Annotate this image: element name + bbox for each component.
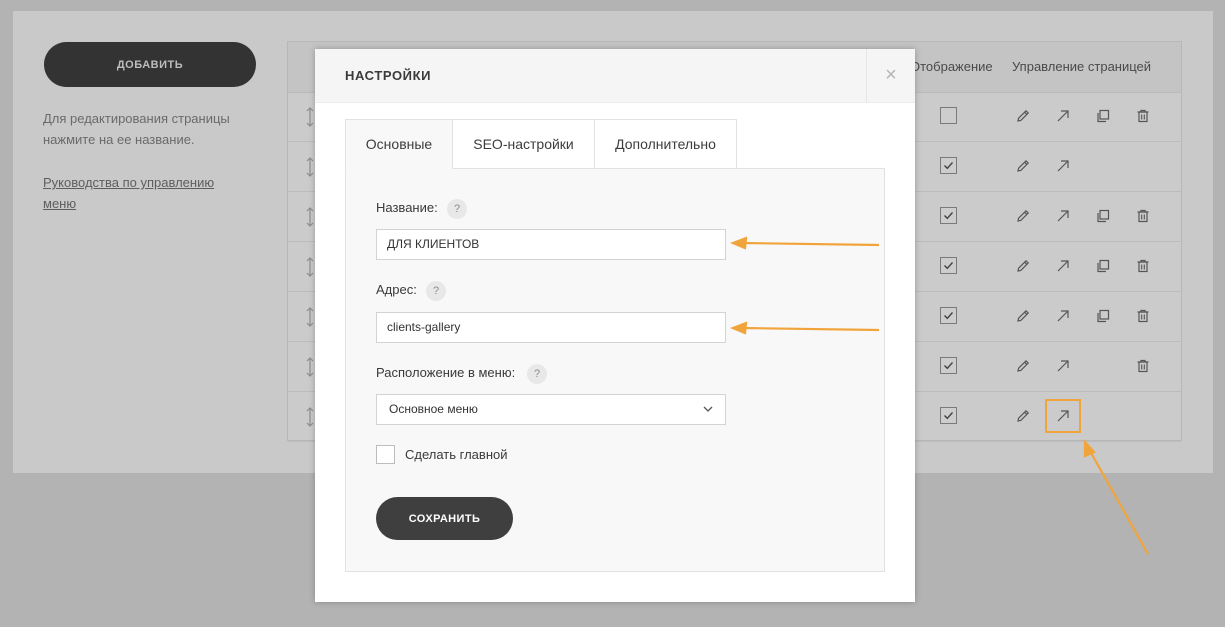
make-main-checkbox[interactable] (376, 445, 395, 464)
settings-modal: НАСТРОЙКИ × Основные SEO-настройки Допол… (315, 49, 915, 602)
pencil-icon[interactable] (1015, 408, 1031, 424)
tab-seo[interactable]: SEO-настройки (452, 119, 595, 169)
modal-title: НАСТРОЙКИ (345, 68, 432, 83)
menu-location-help-icon[interactable]: ? (527, 364, 547, 384)
address-help-icon[interactable]: ? (426, 281, 446, 301)
column-display: Отображение (910, 59, 993, 74)
arrow-up-right-icon[interactable] (1055, 158, 1071, 174)
visibility-checkbox[interactable] (940, 307, 957, 324)
column-manage: Управление страницей (1012, 59, 1152, 74)
add-page-button[interactable]: ДОБАВИТЬ (44, 42, 256, 87)
visibility-checkbox[interactable] (940, 157, 957, 174)
tab-additional[interactable]: Дополнительно (594, 119, 737, 169)
menu-location-value: Основное меню (389, 402, 478, 416)
name-label: Название: (376, 200, 438, 215)
address-input[interactable]: clients-gallery (376, 312, 726, 343)
modal-header: НАСТРОЙКИ × (315, 49, 915, 103)
menu-guide-link[interactable]: Руководства по управлению меню (43, 172, 243, 214)
pencil-icon[interactable] (1015, 358, 1031, 374)
highlight-box (1045, 399, 1081, 433)
address-label: Адрес: (376, 282, 417, 297)
trash-icon[interactable] (1135, 208, 1151, 224)
trash-icon[interactable] (1135, 308, 1151, 324)
arrow-up-right-icon[interactable] (1055, 108, 1071, 124)
save-button[interactable]: СОХРАНИТЬ (376, 497, 513, 540)
help-text: Для редактирования страницы нажмите на е… (43, 111, 230, 147)
arrow-up-right-icon[interactable] (1055, 258, 1071, 274)
arrow-up-right-icon[interactable] (1055, 308, 1071, 324)
trash-icon[interactable] (1135, 108, 1151, 124)
pencil-icon[interactable] (1015, 258, 1031, 274)
trash-icon[interactable] (1135, 258, 1151, 274)
visibility-checkbox[interactable] (940, 257, 957, 274)
visibility-checkbox[interactable] (940, 107, 957, 124)
menu-location-label: Расположение в меню: (376, 365, 516, 380)
copy-icon[interactable] (1095, 258, 1111, 274)
name-help-icon[interactable]: ? (447, 199, 467, 219)
visibility-checkbox[interactable] (940, 357, 957, 374)
pencil-icon[interactable] (1015, 158, 1031, 174)
trash-icon[interactable] (1135, 358, 1151, 374)
arrow-up-right-icon[interactable] (1055, 208, 1071, 224)
make-main-label: Сделать главной (405, 447, 508, 462)
menu-location-select[interactable]: Основное меню (376, 394, 726, 425)
arrow-up-right-icon[interactable] (1055, 358, 1071, 374)
tab-panel-basic: Название: ? ДЛЯ КЛИЕНТОВ Адрес: ? client… (345, 168, 885, 572)
pencil-icon[interactable] (1015, 208, 1031, 224)
chevron-down-icon (703, 406, 713, 412)
close-icon[interactable]: × (866, 49, 915, 102)
visibility-checkbox[interactable] (940, 207, 957, 224)
pencil-icon[interactable] (1015, 308, 1031, 324)
name-input[interactable]: ДЛЯ КЛИЕНТОВ (376, 229, 726, 260)
copy-icon[interactable] (1095, 208, 1111, 224)
visibility-checkbox[interactable] (940, 407, 957, 424)
tab-basic[interactable]: Основные (345, 119, 453, 169)
copy-icon[interactable] (1095, 108, 1111, 124)
pencil-icon[interactable] (1015, 108, 1031, 124)
copy-icon[interactable] (1095, 308, 1111, 324)
